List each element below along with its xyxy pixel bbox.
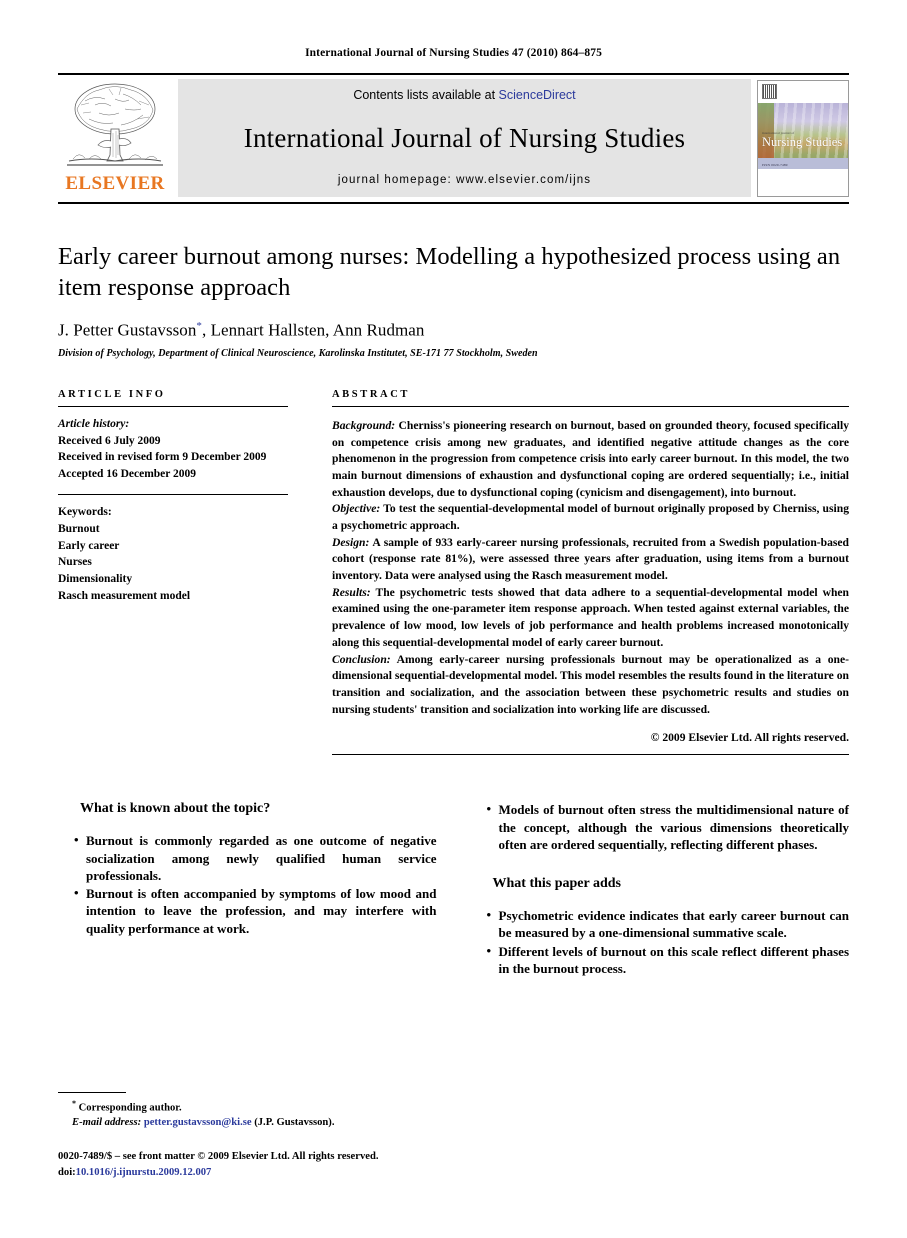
cover-journal-name: Nursing Studies [762, 135, 843, 149]
article-page: International Journal of Nursing Studies… [0, 0, 907, 1238]
elsevier-logo: ELSEVIER [58, 75, 172, 202]
page-title: Early career burnout among nurses: Model… [58, 243, 841, 302]
history-item: Received 6 July 2009 [58, 434, 161, 447]
divider [58, 494, 288, 495]
sciencedirect-link[interactable]: ScienceDirect [499, 88, 576, 102]
title-block: Early career burnout among nurses: Model… [58, 204, 849, 359]
divider [332, 405, 849, 407]
what-this-paper-adds-heading: What this paper adds [492, 876, 622, 892]
abstract-section-label: Conclusion: [332, 652, 391, 666]
keywords-block: Keywords: Burnout Early career Nurses Di… [58, 504, 288, 605]
corresponding-author-note: * Corresponding author. [72, 1098, 458, 1116]
list-item: Models of burnout often stress the multi… [487, 800, 850, 853]
email-note: E-mail address: petter.gustavsson@ki.se … [72, 1115, 458, 1130]
divider [332, 754, 849, 756]
running-head: International Journal of Nursing Studies… [305, 47, 602, 59]
abstract-section: Results: The psychometric tests showed t… [332, 585, 849, 652]
front-matter-block: 0020-7489/$ – see front matter © 2009 El… [58, 1149, 458, 1180]
elsevier-tree-icon [65, 79, 165, 173]
journal-masthead: ELSEVIER Contents lists available at Sci… [58, 73, 849, 204]
highlights-left-column: What is known about the topic? Burnout i… [58, 801, 437, 978]
author-rest: , Lennart Hallsten, Ann Rudman [201, 320, 425, 340]
footnotes-block: * Corresponding author. E-mail address: … [58, 1091, 458, 1180]
email-label: E-mail address: [72, 1117, 142, 1129]
article-info-heading: ARTICLE INFO [58, 388, 166, 400]
abstract-section-text: Cherniss's pioneering research on burnou… [332, 418, 849, 499]
history-item: Received in revised form 9 December 2009 [58, 451, 267, 464]
doi-link[interactable]: 10.1016/j.ijnurstu.2009.12.007 [76, 1167, 212, 1178]
abstract-heading: ABSTRACT [332, 388, 410, 400]
abstract-section-label: Background: [332, 418, 396, 432]
email-link[interactable]: petter.gustavsson@ki.se [144, 1117, 252, 1128]
cover-header [758, 81, 848, 103]
list-item: Psychometric evidence indicates that ear… [487, 906, 850, 942]
abstract-section-text: The psychometric tests showed that data … [332, 585, 849, 649]
what-is-known-list-continued: Models of burnout often stress the multi… [471, 800, 850, 853]
journal-title: International Journal of Nursing Studies [243, 122, 686, 153]
journal-homepage[interactable]: journal homepage: www.elsevier.com/ijns [338, 174, 591, 186]
cover-band-text: ISSN 0020-7489 [762, 163, 788, 167]
abstract-section: Conclusion: Among early-career nursing p… [332, 652, 849, 719]
article-history: Article history: Received 6 July 2009 Re… [58, 416, 288, 483]
abstract-section-label: Design: [332, 535, 370, 549]
abstract-section-label: Objective: [332, 502, 381, 516]
divider [58, 405, 288, 407]
corresponding-author-text: Corresponding author. [78, 1102, 182, 1114]
list-item: Different levels of burnout on this scal… [487, 942, 850, 978]
cover-publisher-badge-icon [762, 84, 777, 99]
keyword-item: Dimensionality [58, 573, 133, 586]
footnote-divider [58, 1091, 126, 1093]
front-matter-line: 0020-7489/$ – see front matter © 2009 El… [58, 1151, 379, 1163]
contents-lists-line: Contents lists available at ScienceDirec… [353, 88, 575, 102]
article-info-column: ARTICLE INFO Article history: Received 6… [58, 389, 288, 755]
journal-banner: Contents lists available at ScienceDirec… [178, 79, 751, 197]
what-is-known-list: Burnout is commonly regarded as one outc… [58, 831, 437, 937]
author-list: J. Petter Gustavsson*, Lennart Hallsten,… [58, 320, 849, 341]
keyword-item: Nurses [58, 556, 92, 569]
cover-footer [758, 169, 848, 196]
list-item: Burnout is commonly regarded as one outc… [74, 831, 437, 884]
journal-cover-thumbnail[interactable]: international journal of Nursing Studies… [757, 80, 849, 197]
highlights-section: What is known about the topic? Burnout i… [58, 800, 850, 978]
contents-lists-prefix: Contents lists available at [353, 88, 499, 102]
abstract-section: Background: Cherniss's pioneering resear… [332, 418, 849, 501]
abstract-section-text: A sample of 933 early-career nursing pro… [332, 535, 849, 583]
highlights-right-column: Models of burnout often stress the multi… [471, 800, 850, 978]
keyword-item: Rasch measurement model [58, 589, 191, 602]
cover-artwork: international journal of Nursing Studies… [758, 103, 848, 169]
affiliation: Division of Psychology, Department of Cl… [58, 347, 538, 359]
abstract-section: Design: A sample of 933 early-career nur… [332, 535, 849, 585]
elsevier-wordmark: ELSEVIER [65, 173, 165, 194]
article-history-label: Article history: [58, 417, 130, 430]
keyword-item: Early career [58, 539, 120, 552]
abstract-section-text: Among early-career nursing professionals… [332, 652, 849, 716]
history-item: Accepted 16 December 2009 [58, 468, 197, 481]
doi-line: doi:10.1016/j.ijnurstu.2009.12.007 [58, 1165, 458, 1180]
keyword-item: Burnout [58, 522, 100, 535]
doi-label: doi: [58, 1166, 76, 1178]
info-abstract-row: ARTICLE INFO Article history: Received 6… [58, 388, 849, 756]
what-is-known-heading: What is known about the topic? [80, 801, 271, 817]
author-primary: J. Petter Gustavsson [58, 320, 197, 340]
abstract-body: Background: Cherniss's pioneering resear… [332, 418, 849, 718]
email-suffix: (J.P. Gustavsson). [251, 1117, 335, 1129]
abstract-copyright: © 2009 Elsevier Ltd. All rights reserved… [650, 731, 849, 745]
keywords-label: Keywords: [58, 506, 112, 518]
list-item: Burnout is often accompanied by symptoms… [74, 884, 437, 937]
abstract-section-label: Results: [332, 585, 371, 599]
abstract-section-text: To test the sequential-developmental mod… [332, 502, 849, 532]
what-this-paper-adds-list: Psychometric evidence indicates that ear… [471, 906, 850, 978]
abstract-section: Objective: To test the sequential-develo… [332, 501, 849, 534]
asterisk-icon: * [72, 1098, 76, 1108]
abstract-column: ABSTRACT Background: Cherniss's pioneeri… [332, 388, 849, 756]
